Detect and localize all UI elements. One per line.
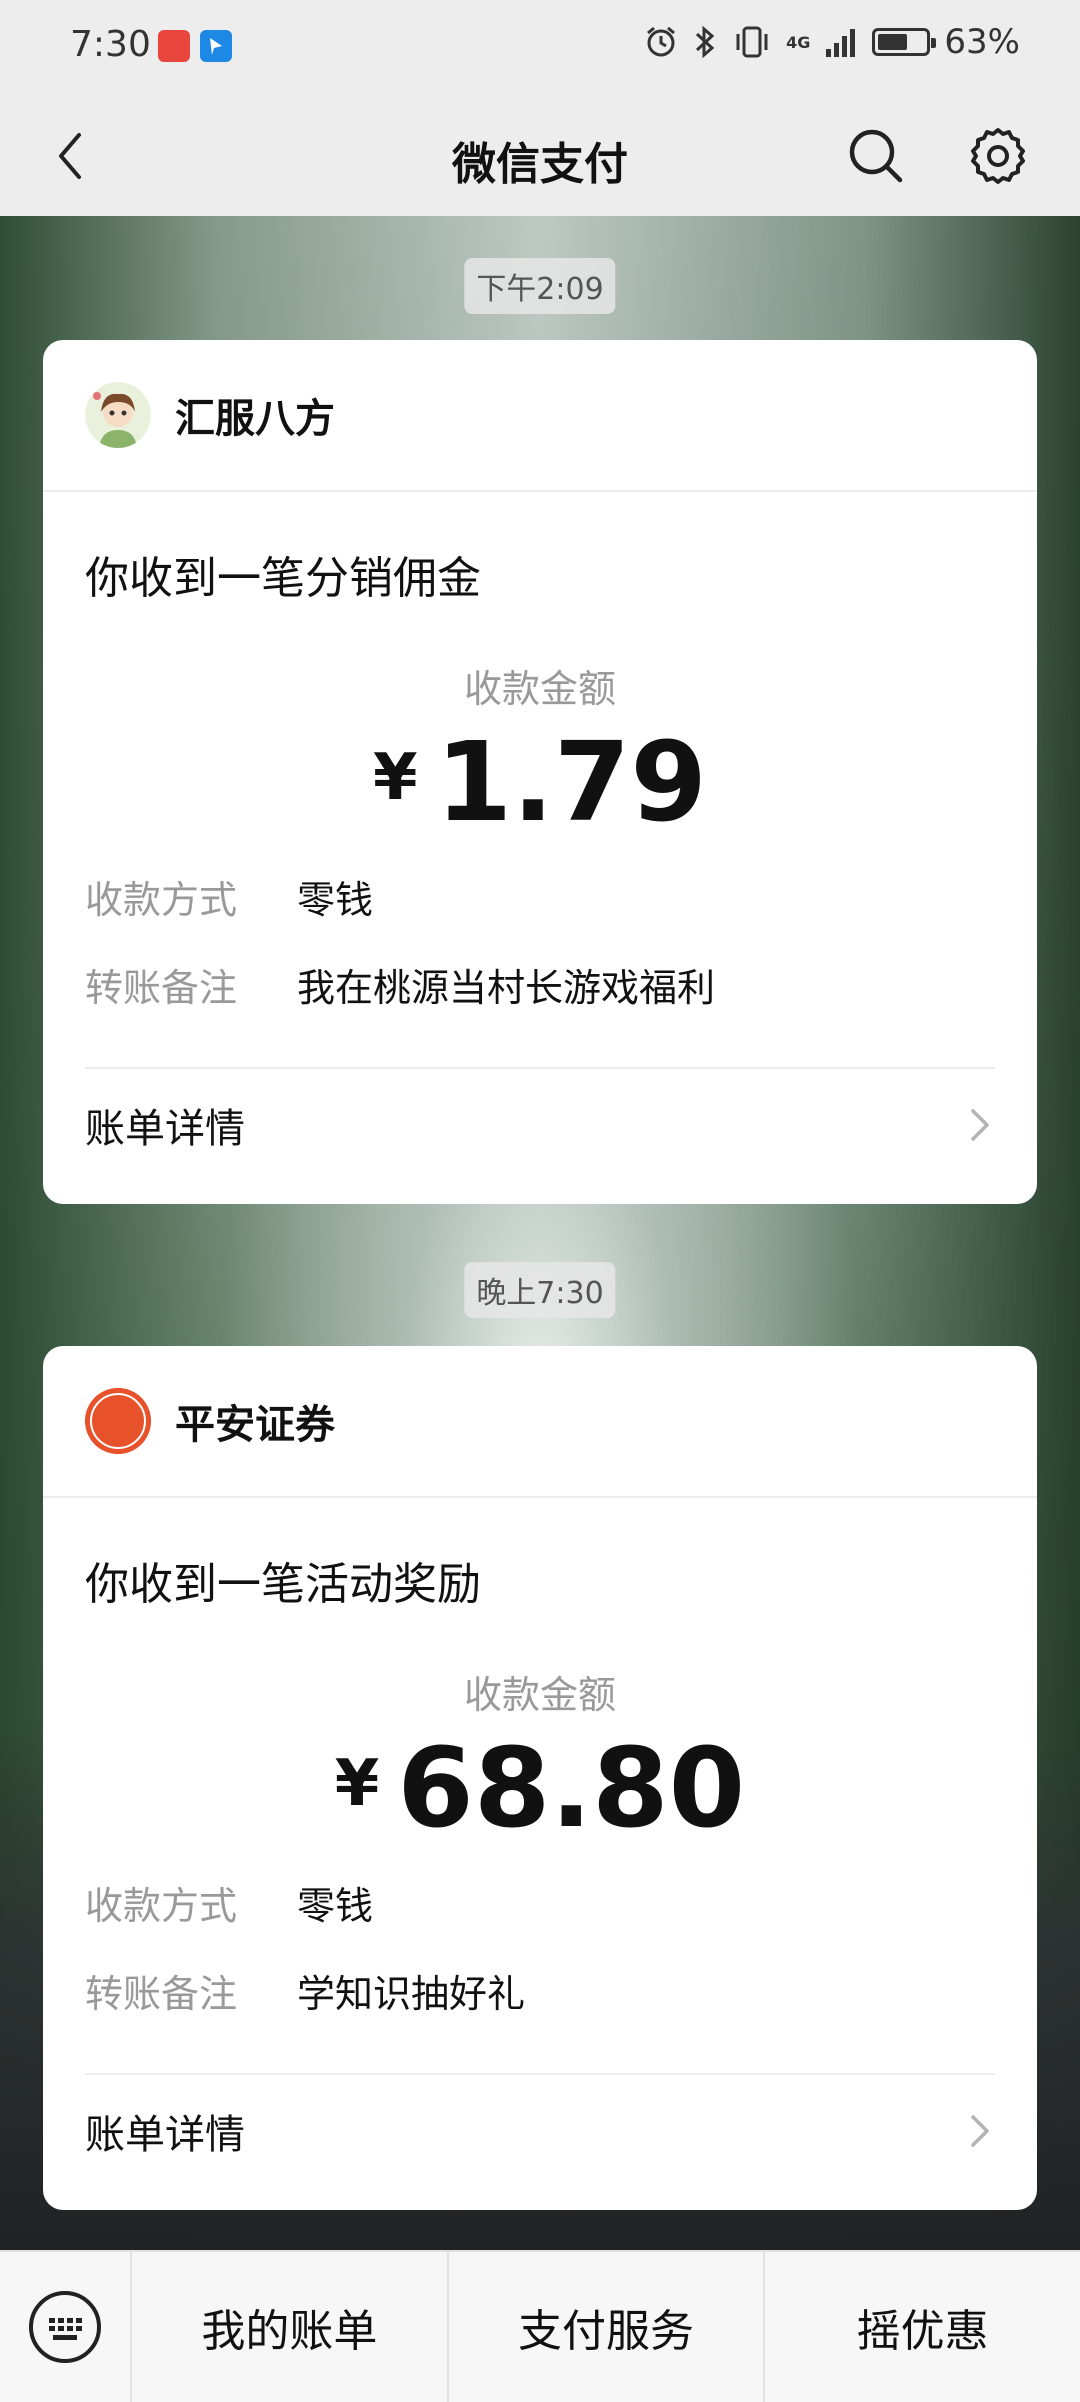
bill-detail-label: 账单详情 <box>85 2112 245 2158</box>
card-header: 汇服八方 <box>43 340 1037 492</box>
notification-headline: 你收到一笔分销佣金 <box>85 553 481 604</box>
alarm-icon <box>647 26 676 57</box>
message-timestamp: 晚上7:30 <box>464 1262 616 1318</box>
payment-card[interactable]: 汇服八方 你收到一笔分销佣金 收款金额 ¥ 1.79 收款方式 零钱 转账备注 … <box>43 340 1037 1204</box>
chevron-right-icon <box>971 2115 989 2147</box>
amount-display: ¥ 68.80 <box>85 1733 995 1851</box>
feishu-app-icon <box>200 30 232 62</box>
amount-label: 收款金额 <box>463 667 616 711</box>
gear-icon[interactable] <box>966 124 1030 188</box>
amount-display: ¥ 1.79 <box>85 727 995 845</box>
message-timestamp: 下午2:09 <box>464 258 616 314</box>
transfer-note-label: 转账备注 <box>85 966 238 1010</box>
keyboard-icon <box>29 2291 101 2363</box>
amount-label: 收款金额 <box>463 1673 616 1717</box>
payment-method-value: 零钱 <box>297 878 374 922</box>
battery-icon <box>872 28 937 56</box>
payment-method-value: 零钱 <box>297 1884 374 1928</box>
merchant-name: 平安证券 <box>175 1402 335 1448</box>
vibrate-icon <box>736 26 768 58</box>
card-header: 平安证券 <box>43 1346 1037 1498</box>
pingan-logo-icon <box>85 1388 151 1454</box>
payment-card[interactable]: 平安证券 你收到一笔活动奖励 收款金额 ¥ 68.80 收款方式 零钱 转账备注… <box>43 1346 1037 2210</box>
battery-fill <box>878 34 908 50</box>
payment-method-row: 收款方式 零钱 <box>85 873 995 927</box>
merchant-name: 汇服八方 <box>175 396 335 442</box>
amount-value: 68.80 <box>397 1724 746 1852</box>
amount-value: 1.79 <box>435 718 707 846</box>
status-icons: 4G 63% <box>644 22 1020 62</box>
title-bar: 微信支付 <box>0 96 1080 216</box>
menu-payment-services[interactable]: 支付服务 <box>446 2252 764 2402</box>
merchant-avatar <box>85 382 151 448</box>
bottom-menu-bar: 我的账单 支付服务 摇优惠 <box>0 2250 1080 2402</box>
bill-detail-link[interactable]: 账单详情 <box>85 2073 995 2187</box>
page-title: 微信支付 <box>452 139 628 190</box>
menu-shake-offers[interactable]: 摇优惠 <box>763 2252 1080 2402</box>
currency-symbol: ¥ <box>373 741 418 815</box>
notification-headline: 你收到一笔活动奖励 <box>85 1559 481 1610</box>
currency-symbol: ¥ <box>334 1747 380 1821</box>
status-time: 7:30 <box>70 24 151 65</box>
transfer-note-value: 我在桃源当村长游戏福利 <box>297 966 716 1010</box>
menu-my-bills[interactable]: 我的账单 <box>132 2252 447 2402</box>
huawei-app-icon <box>158 30 190 62</box>
transfer-note-row: 转账备注 我在桃源当村长游戏福利 <box>85 961 995 1015</box>
payment-method-row: 收款方式 零钱 <box>85 1879 995 1933</box>
bluetooth-icon <box>696 25 715 59</box>
bill-detail-link[interactable]: 账单详情 <box>85 1067 995 1181</box>
transfer-note-row: 转账备注 学知识抽好礼 <box>85 1967 995 2021</box>
signal-icon <box>826 29 856 57</box>
battery-percentage: 63% <box>944 22 1020 62</box>
network-type: 4G <box>786 32 811 52</box>
payment-method-label: 收款方式 <box>85 878 238 922</box>
transfer-note-label: 转账备注 <box>85 1972 238 2016</box>
payment-method-label: 收款方式 <box>85 1884 238 1928</box>
transfer-note-value: 学知识抽好礼 <box>297 1972 526 2016</box>
keyboard-toggle-button[interactable] <box>0 2252 132 2402</box>
search-icon[interactable] <box>844 124 908 188</box>
status-bar: 7:30 4G 63% <box>0 0 1080 96</box>
bill-detail-label: 账单详情 <box>85 1106 245 1152</box>
chevron-right-icon <box>971 1109 989 1141</box>
